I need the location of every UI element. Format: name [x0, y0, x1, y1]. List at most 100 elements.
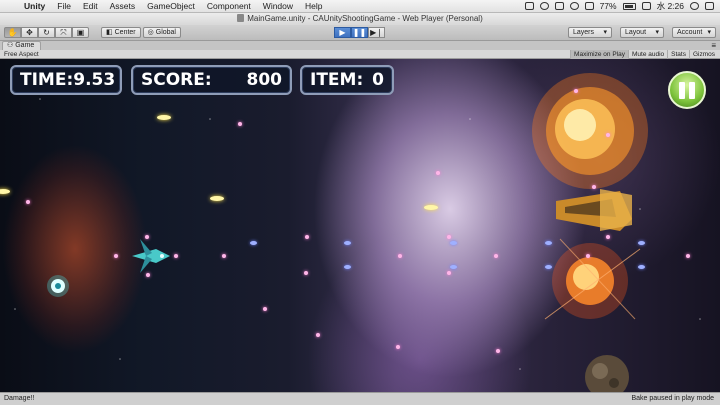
pivot-center-label: Center [114, 29, 136, 36]
menu-window[interactable]: Window [257, 1, 299, 11]
tab-menu-icon[interactable]: ≡ [711, 41, 716, 50]
enemy-bullet [436, 171, 440, 175]
enemy-bullet-blue [450, 265, 457, 269]
maximize-on-play-toggle[interactable]: Maximize on Play [570, 50, 628, 59]
enemy-bullet [447, 271, 451, 275]
menu-gameobject[interactable]: GameObject [141, 1, 201, 11]
enemy-bullet-blue [545, 265, 552, 269]
menu-file[interactable]: File [51, 1, 77, 11]
pause-icon: ❚❚ [352, 28, 367, 37]
volume-icon[interactable] [584, 2, 594, 10]
layout-label: Layout [625, 29, 647, 36]
toolbar-right: Layers ▾ Layout ▾ Account ▾ [568, 27, 716, 38]
time-label: TIME: [20, 70, 74, 90]
enemy-bullet [606, 133, 610, 137]
enemy-bullet [263, 307, 267, 311]
pivot-center-button[interactable]: ◧ Center [101, 27, 141, 38]
enemy-bullet [114, 254, 118, 258]
account-label: Account [677, 29, 703, 36]
pivot-global-button[interactable]: ◎ Global [142, 27, 181, 38]
enemy-bullet [26, 200, 30, 204]
spotlight-search-icon[interactable] [690, 2, 699, 10]
asteroid [585, 355, 629, 392]
enemy-bullet-blue [545, 241, 552, 245]
battery-icon[interactable] [622, 2, 636, 10]
scale-tool-icon[interactable]: ⤧ [55, 27, 72, 38]
bake-status: Bake paused in play mode [631, 395, 715, 402]
pause-button[interactable]: ❚❚ [351, 27, 368, 38]
enemy-bullet-blue [250, 241, 257, 245]
score-panel: SCORE: 800 [131, 65, 292, 95]
step-button[interactable]: ▶❘ [368, 27, 385, 38]
wifi-icon[interactable] [569, 2, 579, 10]
pause-icon [679, 81, 685, 99]
console-status-bar[interactable]: Damage!! Bake paused in play mode [0, 392, 720, 405]
window-titlebar: MainGame.unity - CAUnityShootingGame - W… [0, 13, 720, 25]
unity-toolbar: ✋ ✥ ↻ ⤧ ▣ ◧ Center ◎ Global ▶ ❚❚ ▶❘ Layers… [0, 25, 720, 41]
play-icon: ▶ [339, 28, 346, 37]
rotate-tool-icon[interactable]: ↻ [38, 27, 55, 38]
game-view-bar: Free Aspect Maximize on Play Mute audio … [0, 50, 720, 59]
enemy-bullet [222, 254, 226, 258]
notification-center-icon[interactable] [705, 2, 714, 10]
bluetooth-icon[interactable] [554, 2, 564, 10]
game-view-options: Maximize on Play Mute audio Stats Gizmos [570, 50, 718, 59]
enemy-bullet [447, 235, 451, 239]
globe-icon: ◎ [147, 29, 154, 36]
game-pause-button[interactable] [668, 71, 706, 109]
item-orb [47, 275, 69, 297]
tab-game-label: Game [15, 42, 35, 49]
enemy-bullet [494, 254, 498, 258]
enemy-bullet [145, 235, 149, 239]
menu-assets[interactable]: Assets [104, 1, 142, 11]
menu-edit[interactable]: Edit [77, 1, 104, 11]
item-panel: ITEM: 0 [300, 65, 394, 95]
game-viewport[interactable]: TIME: 9.53 SCORE: 800 ITEM: 0 [0, 59, 720, 392]
play-button[interactable]: ▶ [334, 27, 351, 38]
menu-help[interactable]: Help [299, 1, 328, 11]
rect-tool-icon[interactable]: ▣ [72, 27, 89, 38]
enemy-bullet [238, 122, 242, 126]
enemy-bullet [316, 333, 320, 337]
menubar-clock[interactable]: 水 2:26 [657, 0, 684, 12]
input-method-icon[interactable] [641, 2, 651, 10]
explosion-small [544, 238, 641, 320]
aspect-dropdown[interactable]: Free Aspect [4, 50, 39, 59]
game-tab-icon: ⚇ [7, 42, 14, 49]
layers-label: Layers [573, 29, 595, 36]
gizmos-dropdown[interactable]: Gizmos [688, 50, 718, 59]
menu-app-unity[interactable]: Unity [18, 1, 51, 11]
pivot-icon: ◧ [106, 29, 113, 36]
pause-icon [689, 81, 695, 99]
score-label: SCORE: [141, 70, 212, 90]
layout-dropdown[interactable]: Layout ▾ [620, 27, 664, 38]
window-title: MainGame.unity - CAUnityShootingGame - W… [247, 14, 483, 23]
tab-row: ⚇ Game ≡ [0, 41, 720, 50]
console-message[interactable]: Damage!! [4, 393, 34, 405]
mute-audio-toggle[interactable]: Mute audio [627, 50, 667, 59]
unity-tray-icon[interactable] [524, 2, 534, 10]
player-shot [210, 196, 224, 201]
unity-document-icon [237, 14, 245, 22]
move-tool-icon[interactable]: ✥ [21, 27, 38, 38]
step-icon: ▶❘ [370, 28, 383, 37]
layers-dropdown[interactable]: Layers ▾ [568, 27, 612, 38]
menu-component[interactable]: Component [201, 1, 257, 11]
player-ship [132, 239, 170, 273]
hand-tool-icon[interactable]: ✋ [4, 27, 21, 38]
pivot-global-label: Global [155, 29, 176, 36]
player-shot [424, 205, 438, 210]
play-controls: ▶ ❚❚ ▶❘ [334, 27, 385, 38]
enemy-bullet [396, 345, 400, 349]
enemy-bullet [174, 254, 178, 258]
tab-game[interactable]: ⚇ Game [2, 41, 42, 50]
enemy-bullet-blue [450, 241, 457, 245]
explosion-large [532, 73, 648, 189]
stats-toggle[interactable]: Stats [667, 50, 689, 59]
time-machine-icon[interactable] [539, 2, 549, 10]
battery-percent[interactable]: 77% [600, 1, 617, 11]
enemy-bullet [304, 271, 308, 275]
enemy-bullet [606, 235, 610, 239]
account-dropdown[interactable]: Account ▾ [672, 27, 716, 38]
enemy-bullet-blue [638, 265, 645, 269]
